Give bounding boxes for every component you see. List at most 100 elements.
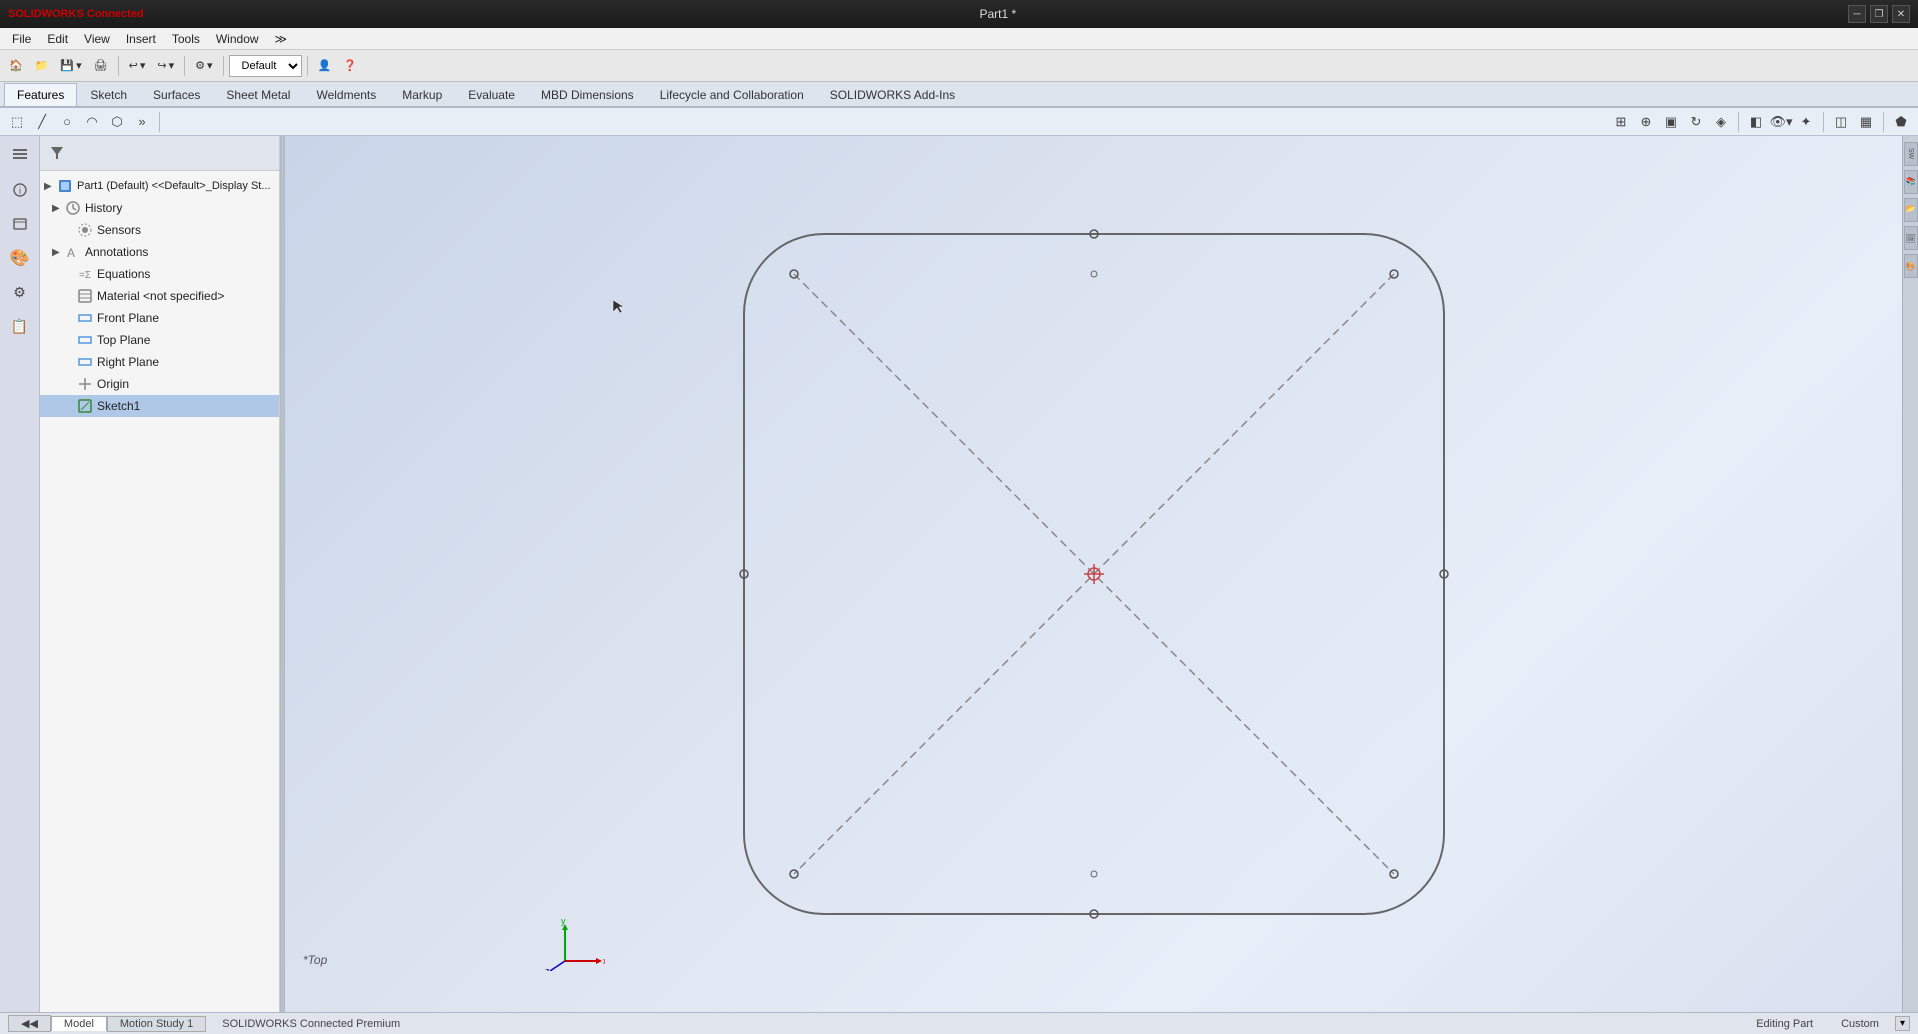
- property-mgr-btn[interactable]: i: [4, 174, 36, 206]
- arc-btn[interactable]: ◠: [81, 111, 103, 133]
- tree-material[interactable]: ▶ Material <not specified>: [40, 285, 279, 307]
- undo-button[interactable]: ↩ ▾: [124, 53, 151, 79]
- options-button[interactable]: ⚙ ▾: [190, 53, 217, 79]
- solidworks-resources-btn[interactable]: SW: [1904, 142, 1918, 166]
- statusbar: ◀◀ Model Motion Study 1 SOLIDWORKS Conne…: [0, 1012, 1918, 1034]
- tab-sketch[interactable]: Sketch: [77, 83, 140, 106]
- view-orient-icon: ◈: [1716, 114, 1726, 130]
- tree-front-plane[interactable]: ▶ Front Plane: [40, 307, 279, 329]
- polygon-btn[interactable]: ⬡: [106, 111, 128, 133]
- tree-sketch1[interactable]: ▶ Sketch1: [40, 395, 279, 417]
- open-button[interactable]: 📁: [30, 53, 54, 79]
- feature-mgr-icon: [11, 147, 29, 165]
- more-icon: »: [138, 114, 145, 129]
- redo-button[interactable]: ↪ ▾: [152, 53, 179, 79]
- sensors-label: Sensors: [97, 223, 141, 237]
- zoom-sheet-btn[interactable]: ▣: [1660, 111, 1682, 133]
- smart-dim-btn[interactable]: ⬚: [6, 111, 28, 133]
- filters-btn[interactable]: [46, 142, 68, 164]
- appear-btn[interactable]: ⬟: [1890, 111, 1912, 133]
- tree-origin[interactable]: ▶ Origin: [40, 373, 279, 395]
- appearances-btn[interactable]: 🎨: [1904, 254, 1918, 278]
- maximize-button[interactable]: ❐: [1870, 5, 1888, 23]
- tree-annotations[interactable]: ▶ A Annotations: [40, 241, 279, 263]
- appearance-btn[interactable]: 🎨: [4, 242, 36, 274]
- zoom-dropdown[interactable]: ▾: [1895, 1016, 1910, 1031]
- cursor-indicator: [611, 298, 627, 317]
- options-icon: ⚙: [195, 59, 205, 72]
- coordinate-axes: x y z: [545, 916, 605, 974]
- design-library-btn[interactable]: 📚: [1904, 170, 1918, 194]
- save-button[interactable]: 💾 ▾: [55, 53, 86, 79]
- zoom-area-btn[interactable]: ⊕: [1635, 111, 1657, 133]
- close-button[interactable]: ✕: [1892, 5, 1910, 23]
- tab-features[interactable]: Features: [4, 83, 77, 106]
- svg-text:y: y: [561, 916, 566, 926]
- zoom-sheet-icon: ▣: [1665, 114, 1677, 130]
- window-controls: ─ ❐ ✕: [1848, 5, 1910, 23]
- tab-weldments[interactable]: Weldments: [303, 83, 389, 106]
- new-button[interactable]: 🏠: [4, 53, 28, 79]
- tree-equations[interactable]: ▶ =Σ Equations: [40, 263, 279, 285]
- cam-btn[interactable]: ⚙: [4, 276, 36, 308]
- tree-history[interactable]: ▶ History: [40, 197, 279, 219]
- zoom-status: Custom: [1841, 1018, 1879, 1030]
- view-orient-btn[interactable]: ◈: [1710, 111, 1732, 133]
- tab-surfaces[interactable]: Surfaces: [140, 83, 213, 106]
- menu-file[interactable]: File: [4, 30, 39, 48]
- tab-mbd-dimensions[interactable]: MBD Dimensions: [528, 83, 647, 106]
- file-explorer-btn[interactable]: 📂: [1904, 198, 1918, 222]
- svg-text:i: i: [18, 186, 20, 197]
- menu-view[interactable]: View: [76, 30, 118, 48]
- circle-btn[interactable]: ○: [56, 111, 78, 133]
- sketch1-label: Sketch1: [97, 399, 140, 413]
- section-view-btn[interactable]: ◫: [1830, 111, 1852, 133]
- hide-show-btn[interactable]: 👁 ▾: [1770, 111, 1792, 133]
- equations-icon: =Σ: [76, 265, 94, 283]
- save-icon: 💾: [60, 59, 74, 72]
- polygon-icon: ⬡: [111, 114, 122, 130]
- toolbar-sep1: [118, 56, 119, 76]
- menu-more[interactable]: ≫: [267, 30, 296, 48]
- more-sketch-btn[interactable]: »: [131, 111, 153, 133]
- tree-right-plane[interactable]: ▶ Right Plane: [40, 351, 279, 373]
- tab-motion-study1[interactable]: Motion Study 1: [107, 1016, 206, 1032]
- view-palette-btn[interactable]: 🖼: [1904, 226, 1918, 250]
- zoom-fit-icon: ⊞: [1616, 114, 1627, 130]
- apply-scene-btn[interactable]: ✦: [1795, 111, 1817, 133]
- minimize-button[interactable]: ─: [1848, 5, 1866, 23]
- profile-button[interactable]: 👤: [313, 53, 337, 79]
- configuration-dropdown[interactable]: Default: [229, 55, 302, 77]
- display-style-btn[interactable]: ◧: [1745, 111, 1767, 133]
- rotate-btn[interactable]: ↻: [1685, 111, 1707, 133]
- task-pane-btn[interactable]: 📋: [4, 310, 36, 342]
- viewport-btn[interactable]: ▦: [1855, 111, 1877, 133]
- tab-evaluate[interactable]: Evaluate: [455, 83, 528, 106]
- right-plane-label: Right Plane: [97, 355, 159, 369]
- line-btn[interactable]: ╱: [31, 111, 53, 133]
- tree-root[interactable]: ▶ Part1 (Default) <<Default>_Display St.…: [40, 175, 279, 197]
- annotations-arrow: ▶: [52, 247, 64, 258]
- zoom-fit-btn[interactable]: ⊞: [1610, 111, 1632, 133]
- menu-window[interactable]: Window: [208, 30, 267, 48]
- menu-tools[interactable]: Tools: [164, 30, 208, 48]
- help-button[interactable]: ❓: [338, 53, 362, 79]
- menu-edit[interactable]: Edit: [39, 30, 76, 48]
- sensors-icon: [76, 221, 94, 239]
- tab-sheet-metal[interactable]: Sheet Metal: [213, 83, 303, 106]
- rotate-icon: ↻: [1691, 114, 1702, 130]
- tb2-sep4: [1883, 112, 1884, 132]
- feature-mgr-btn[interactable]: [4, 140, 36, 172]
- tree-sensors[interactable]: ▶ Sensors: [40, 219, 279, 241]
- tab-markup[interactable]: Markup: [389, 83, 455, 106]
- print-button[interactable]: 🖨: [89, 53, 113, 79]
- tree-top-plane[interactable]: ▶ Top Plane: [40, 329, 279, 351]
- tab-addins[interactable]: SOLIDWORKS Add-Ins: [817, 83, 968, 106]
- menu-insert[interactable]: Insert: [118, 30, 164, 48]
- viewport-canvas[interactable]: *Top x y z: [285, 136, 1902, 1012]
- tab-model[interactable]: Model: [51, 1016, 107, 1031]
- status-scroll-left[interactable]: ◀◀: [8, 1015, 51, 1032]
- line-icon: ╱: [38, 114, 46, 130]
- config-mgr-btn[interactable]: [4, 208, 36, 240]
- tab-lifecycle[interactable]: Lifecycle and Collaboration: [647, 83, 817, 106]
